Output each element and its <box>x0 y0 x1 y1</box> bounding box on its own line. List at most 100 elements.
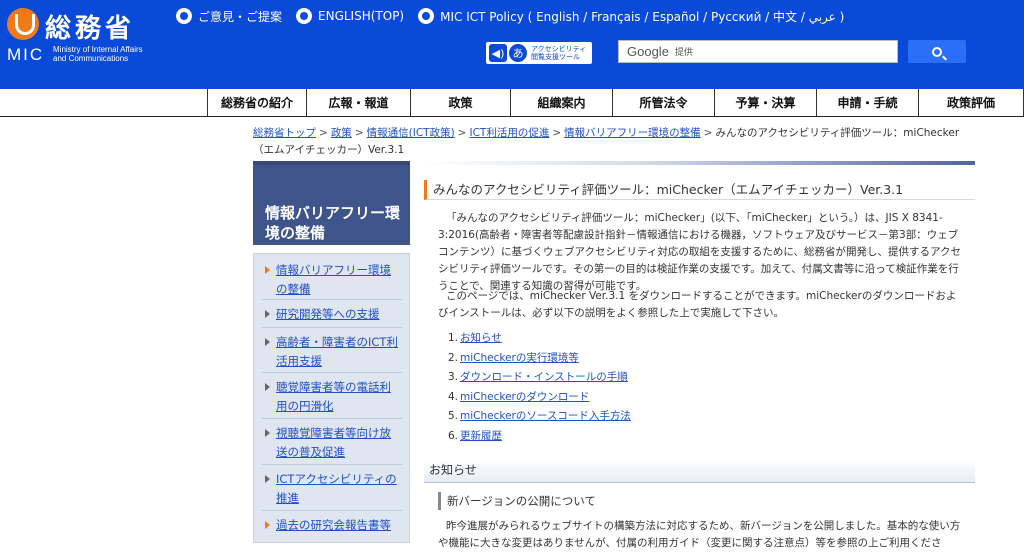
sidebar-item-label: 聴覚障害者等の電話利用の円滑化 <box>276 380 391 413</box>
breadcrumb-separator: > <box>319 127 328 139</box>
logo-mic: MIC <box>7 45 45 64</box>
toc-item: 2. miCheckerの実行環境等 <box>448 349 748 369</box>
arrow-right-icon <box>265 310 270 318</box>
page-title: みんなのアクセシビリティ評価ツール：miChecker（エムアイチェッカー）Ve… <box>424 180 975 200</box>
english-top-link-label: ENGLISH(TOP) <box>318 9 405 23</box>
gnav-policy[interactable]: 政策 <box>410 89 510 116</box>
sidebar-item-label: 視聴覚障害者等向け放送の普及促進 <box>276 426 391 459</box>
sidebar-item-elderly-ict[interactable]: 高齢者・障害者のICT利活用支援 <box>262 333 402 371</box>
sidebar-heading: 情報バリアフリー環境の整備 <box>265 204 401 242</box>
top-links: ご意見・ご提案 ENGLISH(TOP) MIC ICT Policy ( En… <box>176 6 858 26</box>
breadcrumb-link-top[interactable]: 総務省トップ <box>253 127 316 139</box>
breadcrumb-separator: > <box>703 127 713 139</box>
breadcrumb-separator: > <box>552 127 562 139</box>
toc-number: 5. <box>448 410 459 422</box>
sidebar-item-barrier-free[interactable]: 情報バリアフリー環境の整備 <box>262 261 402 299</box>
main-top-bar <box>424 161 975 165</box>
arrow-right-icon <box>265 429 270 437</box>
breadcrumb-separator: > <box>457 127 467 139</box>
search-icon <box>932 46 942 57</box>
download-note-paragraph: このページでは、miChecker Ver.3.1 をダウンロードすることができ… <box>438 290 957 319</box>
divider <box>262 327 402 328</box>
table-of-contents: 1. お知らせ 2. miCheckerの実行環境等 3. ダウンロード・インストール… <box>448 329 748 446</box>
logo-subtitle: Ministry of Internal Affairs and Communi… <box>53 45 143 63</box>
gnav-budget[interactable]: 予算・決算 <box>714 89 816 116</box>
sidebar-item-label: 過去の研究会報告書等 <box>276 518 391 532</box>
toc-link-history[interactable]: 更新履歴 <box>460 430 502 442</box>
logo-kanji: 総務省 <box>45 14 136 44</box>
search-button[interactable] <box>908 40 966 63</box>
notice-section-heading: お知らせ <box>424 459 975 483</box>
toc-link-source[interactable]: miCheckerのソースコード入手方法 <box>460 410 631 422</box>
toc-link-download[interactable]: miCheckerのダウンロード <box>460 391 589 403</box>
toc-number: 6. <box>448 429 459 442</box>
site-header: 総務省 MIC Ministry of Internal Affairs and… <box>0 0 1024 89</box>
toc-item: 4. miCheckerのダウンロード <box>448 388 748 408</box>
toc-item: 5. miCheckerのソースコード入手方法 <box>448 407 748 427</box>
english-top-link[interactable]: ENGLISH(TOP) <box>296 6 404 26</box>
sidebar-item-rnd[interactable]: 研究開発等への支援 <box>262 305 402 324</box>
sidebar-heading-box: 情報バリアフリー環境の整備 <box>253 161 410 245</box>
accessibility-tool-label: アクセシビリティ 閲覧支援ツール <box>531 45 587 61</box>
sidebar-item-label: 情報バリアフリー環境の整備 <box>276 263 391 296</box>
ict-policy-link-label: MIC ICT Policy ( English / Français / Es… <box>440 9 845 24</box>
toc-number: 4. <box>448 390 459 403</box>
breadcrumb-link-ict[interactable]: 情報通信(ICT政策) <box>367 127 455 139</box>
gnav-organization[interactable]: 組織案内 <box>510 89 612 116</box>
toc-item: 1. お知らせ <box>448 329 748 349</box>
google-provided-label: 提供 <box>674 48 693 58</box>
feedback-link-label: ご意見・ご提案 <box>198 9 283 24</box>
divider <box>262 418 402 419</box>
breadcrumb-separator: > <box>354 127 364 139</box>
arrow-right-icon <box>265 521 270 529</box>
sidebar-item-past-reports[interactable]: 過去の研究会報告書等 <box>262 516 402 535</box>
notice-body: 昨今進展がみられるウェブサイトの構築方法に対応するため、新バージョンを公開しまし… <box>438 520 961 549</box>
notice-subheading: 新バージョンの公開について <box>438 492 838 510</box>
gnav-press[interactable]: 広報・報道 <box>306 89 410 116</box>
feedback-link[interactable]: ご意見・ご提案 <box>176 6 282 26</box>
toc-number: 2. <box>448 351 459 364</box>
ict-policy-link[interactable]: MIC ICT Policy ( English / Français / Es… <box>418 6 844 26</box>
bullet-ring-icon <box>176 8 192 24</box>
arrow-right-icon <box>265 338 270 346</box>
sidebar-nav: 情報バリアフリー環境の整備 研究開発等への支援 高齢者・障害者のICT利活用支援… <box>253 253 410 543</box>
toc-number: 3. <box>448 371 459 383</box>
search-input[interactable]: Google 提供 <box>618 40 898 63</box>
intro-paragraph: 「みんなのアクセシビリティ評価ツール：miChecker」(以下、「miChec… <box>438 212 962 292</box>
sidebar-item-broadcast[interactable]: 視聴覚障害者等向け放送の普及促進 <box>262 424 402 462</box>
arrow-right-icon <box>265 266 270 274</box>
hiragana-a-icon: あ <box>509 44 527 62</box>
breadcrumb-link-ict-use[interactable]: ICT利活用の促進 <box>469 127 549 139</box>
gnav-about[interactable]: 総務省の紹介 <box>207 89 306 116</box>
gnav-applications[interactable]: 申請・手続 <box>816 89 918 116</box>
divider <box>262 299 402 300</box>
bullet-ring-icon <box>418 8 435 24</box>
sidebar-item-label: 研究開発等への支援 <box>276 307 380 321</box>
arrow-right-icon <box>265 383 270 391</box>
toc-link-notice[interactable]: お知らせ <box>460 332 502 344</box>
toc-link-install[interactable]: ダウンロード・インストールの手順 <box>460 371 628 383</box>
arrow-right-icon <box>265 475 270 483</box>
sidebar-item-ict-accessibility[interactable]: ICTアクセシビリティの推進 <box>262 470 402 508</box>
toc-link-environment[interactable]: miCheckerの実行環境等 <box>460 352 579 364</box>
toc-number: 1. <box>448 332 459 344</box>
divider <box>262 372 402 373</box>
divider <box>262 464 402 465</box>
speaker-icon: ◀) <box>489 44 507 62</box>
divider <box>262 510 402 511</box>
breadcrumb-link-barrier-free[interactable]: 情報バリアフリー環境の整備 <box>564 127 701 139</box>
bullet-ring-icon <box>296 8 313 24</box>
toc-item: 6. 更新履歴 <box>448 427 748 447</box>
toc-item: 3. ダウンロード・インストールの手順 <box>448 368 748 388</box>
google-brand: Google <box>627 44 669 59</box>
mic-logo-mark-icon <box>7 8 39 40</box>
global-nav: 総務省の紹介 広報・報道 政策 組織案内 所管法令 予算・決算 申請・手続 政策… <box>0 89 1024 117</box>
gnav-evaluation[interactable]: 政策評価 <box>918 89 1024 116</box>
sidebar-item-phone-relay[interactable]: 聴覚障害者等の電話利用の円滑化 <box>262 378 402 416</box>
breadcrumb-link-policy[interactable]: 政策 <box>331 127 352 139</box>
gnav-laws[interactable]: 所管法令 <box>612 89 714 116</box>
breadcrumb: 総務省トップ > 政策 > 情報通信(ICT政策) > ICT利活用の促進 > 情報バリアフリー… <box>253 125 975 159</box>
sidebar-item-label: ICTアクセシビリティの推進 <box>276 472 397 505</box>
mic-logo[interactable]: 総務省 MIC Ministry of Internal Affairs and… <box>7 6 167 66</box>
accessibility-tool-button[interactable]: ◀) あ アクセシビリティ 閲覧支援ツール <box>486 42 592 64</box>
